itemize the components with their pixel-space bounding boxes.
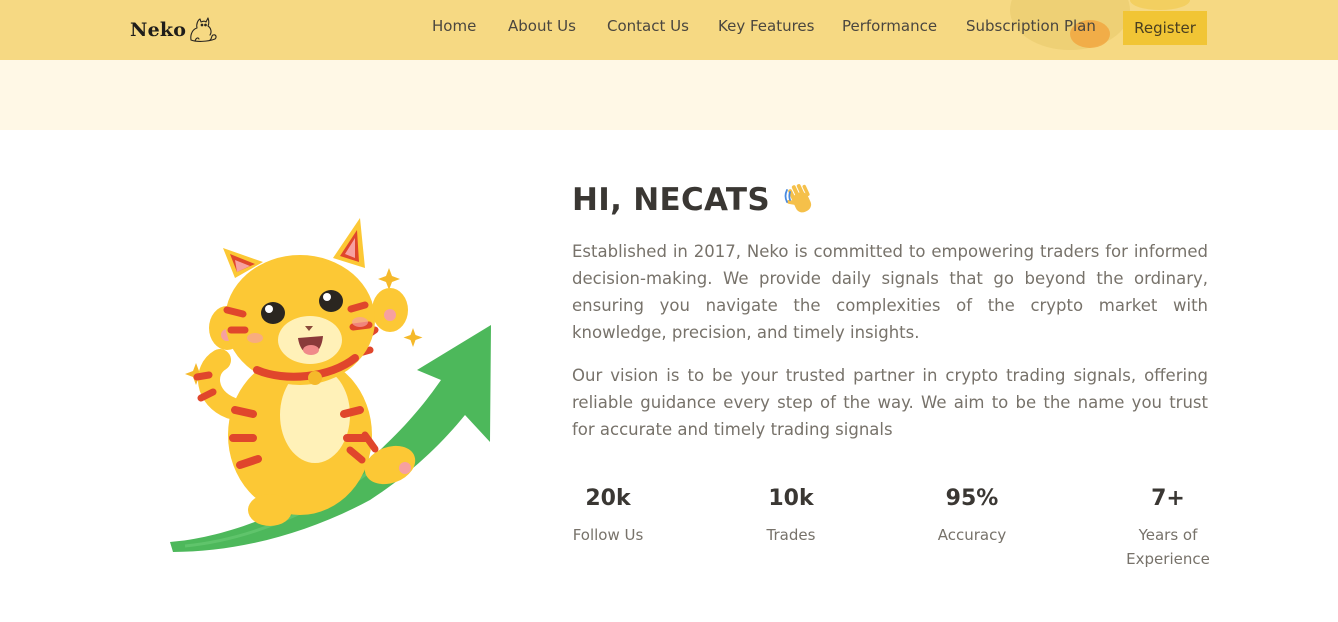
cat-outline-icon [190, 17, 217, 42]
about-section-title: HI, NECATS [572, 182, 820, 218]
about-title-text: HI, NECATS [572, 182, 770, 218]
nav-about-us[interactable]: About Us [508, 17, 576, 35]
stat-accuracy: 95% Accuracy [922, 486, 1022, 547]
stat-followers: 20k Follow Us [562, 486, 654, 547]
stat-value: 7+ [1151, 486, 1185, 511]
header-decoration [1130, 0, 1190, 10]
stat-label: Trades [766, 526, 816, 544]
cat-on-arrow-image [170, 218, 491, 552]
stat-value: 20k [585, 486, 631, 511]
stat-years-experience: 7+ Years of Experience [1122, 486, 1214, 571]
stat-value: 95% [945, 486, 999, 511]
logo-text: Neko [130, 19, 187, 41]
stat-value: 10k [768, 486, 814, 511]
cat-illustration [165, 210, 495, 560]
stat-label: Follow Us [572, 526, 644, 544]
nav-contact-us[interactable]: Contact Us [607, 17, 689, 35]
about-paragraph-1: Established in 2017, Neko is committed t… [572, 242, 1208, 342]
about-paragraph-2: Our vision is to be your trusted partner… [572, 366, 1208, 439]
register-button[interactable]: Register [1123, 11, 1207, 45]
stat-label: Accuracy [937, 526, 1007, 544]
hero-band [0, 60, 1338, 130]
site-header: Neko Home About Us Contact Us Key Featur… [0, 0, 1338, 60]
nav-key-features[interactable]: Key Features [718, 17, 814, 35]
nav-home[interactable]: Home [432, 17, 476, 35]
nav-performance[interactable]: Performance [842, 17, 937, 35]
waving-hand-icon [784, 184, 812, 213]
stat-label: Years of Experience [1126, 526, 1210, 568]
logo[interactable]: Neko [130, 14, 219, 46]
nav-subscription-plan[interactable]: Subscription Plan [966, 17, 1096, 35]
stat-trades: 10k Trades [745, 486, 837, 547]
